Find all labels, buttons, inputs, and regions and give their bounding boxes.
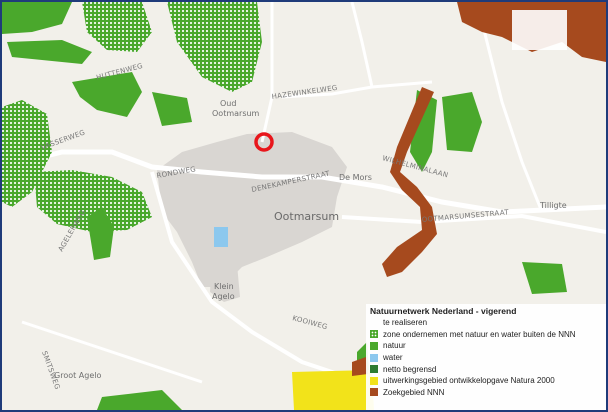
water-area [214, 227, 228, 247]
legend-item-label: zone ondernemen met natuur en water buit… [383, 329, 576, 339]
legend-item-label: uitwerkingsgebied ontwikkelopgave Natura… [383, 376, 555, 386]
place-de-mors: De Mors [339, 173, 372, 182]
legend-item: netto begrensd [370, 363, 606, 375]
town-label: Ootmarsum [274, 210, 339, 223]
svg-text:KOOIWEG: KOOIWEG [291, 314, 328, 331]
legend-swatch [370, 330, 378, 339]
place-tilligte: Tilligte [539, 201, 567, 210]
place-agelo: Agelo [212, 292, 235, 301]
legend-swatch [370, 353, 378, 362]
legend-swatch [370, 365, 378, 374]
svg-text:OOTMARSUMSESTRAAT: OOTMARSUMSESTRAAT [421, 208, 509, 224]
legend-title: Natuurnetwerk Nederland - vigerend [370, 306, 517, 316]
legend-swatch [370, 376, 378, 385]
legend-item: zone ondernemen met natuur en water buit… [370, 329, 606, 341]
legend-item-label: water [383, 353, 403, 363]
legend-item-label: Zoekgebied NNN [383, 387, 445, 397]
place-oud-ootmarsum: Ootmarsum [212, 109, 260, 118]
legend-item: water [370, 352, 606, 364]
legend-item-label: netto begrensd [383, 364, 437, 374]
place-groot-agelo: Groot Agelo [54, 371, 101, 380]
natura2000-area [292, 370, 374, 410]
place-klein: Klein [214, 282, 234, 291]
svg-text:HAZEWINKELWEG: HAZEWINKELWEG [271, 84, 338, 101]
legend-item: te realiseren [370, 317, 606, 329]
legend-item: natuur [370, 340, 606, 352]
legend-swatch [370, 341, 378, 350]
map-legend: Natuurnetwerk Nederland - vigerend te re… [366, 304, 606, 410]
legend-item: Zoekgebied NNN [370, 387, 606, 399]
cleared-area [512, 10, 567, 50]
legend-item-label: natuur [383, 341, 406, 351]
legend-swatch [370, 388, 378, 397]
legend-item-label: te realiseren [383, 318, 428, 328]
legend-swatch [370, 319, 378, 327]
place-oud: Oud [220, 99, 236, 108]
legend-list: te realiseren zone ondernemen met natuur … [370, 317, 606, 398]
map-frame: VASSERWEG RONDWEG DENEKAMPERSTRAAT HAZEW… [0, 0, 608, 412]
legend-item: uitwerkingsgebied ontwikkelopgave Natura… [370, 375, 606, 387]
